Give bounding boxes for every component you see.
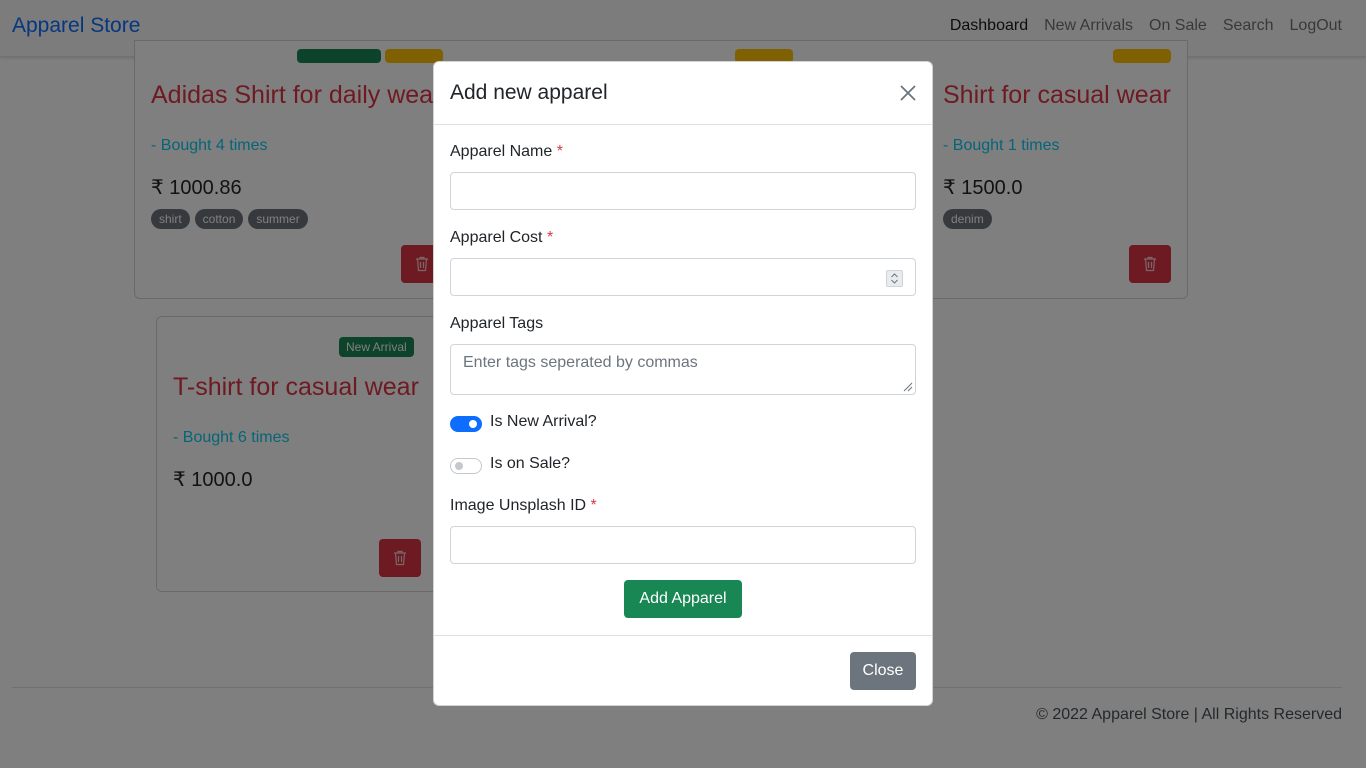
add-apparel-button[interactable]: Add Apparel	[624, 580, 742, 618]
on-sale-switch[interactable]	[450, 458, 482, 474]
required-asterisk: *	[546, 229, 554, 246]
close-button[interactable]: Close	[850, 652, 916, 690]
image-id-input[interactable]	[450, 526, 916, 564]
new-arrival-switch[interactable]	[450, 416, 482, 432]
modal-footer: Close	[434, 635, 932, 705]
spinner-arrows-icon	[891, 273, 898, 284]
apparel-name-input[interactable]	[450, 172, 916, 210]
resize-handle-icon[interactable]	[903, 382, 913, 392]
apparel-tags-textarea[interactable]	[450, 344, 916, 395]
apparel-cost-label: Apparel Cost *	[450, 229, 554, 246]
apparel-tags-label: Apparel Tags	[450, 315, 544, 332]
apparel-cost-input[interactable]	[450, 258, 916, 296]
modal-title: Add new apparel	[450, 81, 608, 104]
switch-knob	[455, 462, 463, 470]
on-sale-label: Is on Sale?	[490, 455, 571, 472]
add-apparel-modal: Add new apparel Apparel Name * Apparel C…	[433, 61, 933, 706]
close-icon[interactable]	[898, 83, 918, 103]
image-id-label: Image Unsplash ID *	[450, 497, 597, 514]
switch-knob	[469, 420, 477, 428]
modal-header: Add new apparel	[434, 62, 932, 125]
required-asterisk: *	[590, 497, 597, 514]
required-asterisk: *	[556, 143, 563, 160]
new-arrival-label: Is New Arrival?	[490, 413, 597, 430]
number-spinner[interactable]	[886, 270, 903, 287]
apparel-name-label: Apparel Name *	[450, 143, 563, 160]
